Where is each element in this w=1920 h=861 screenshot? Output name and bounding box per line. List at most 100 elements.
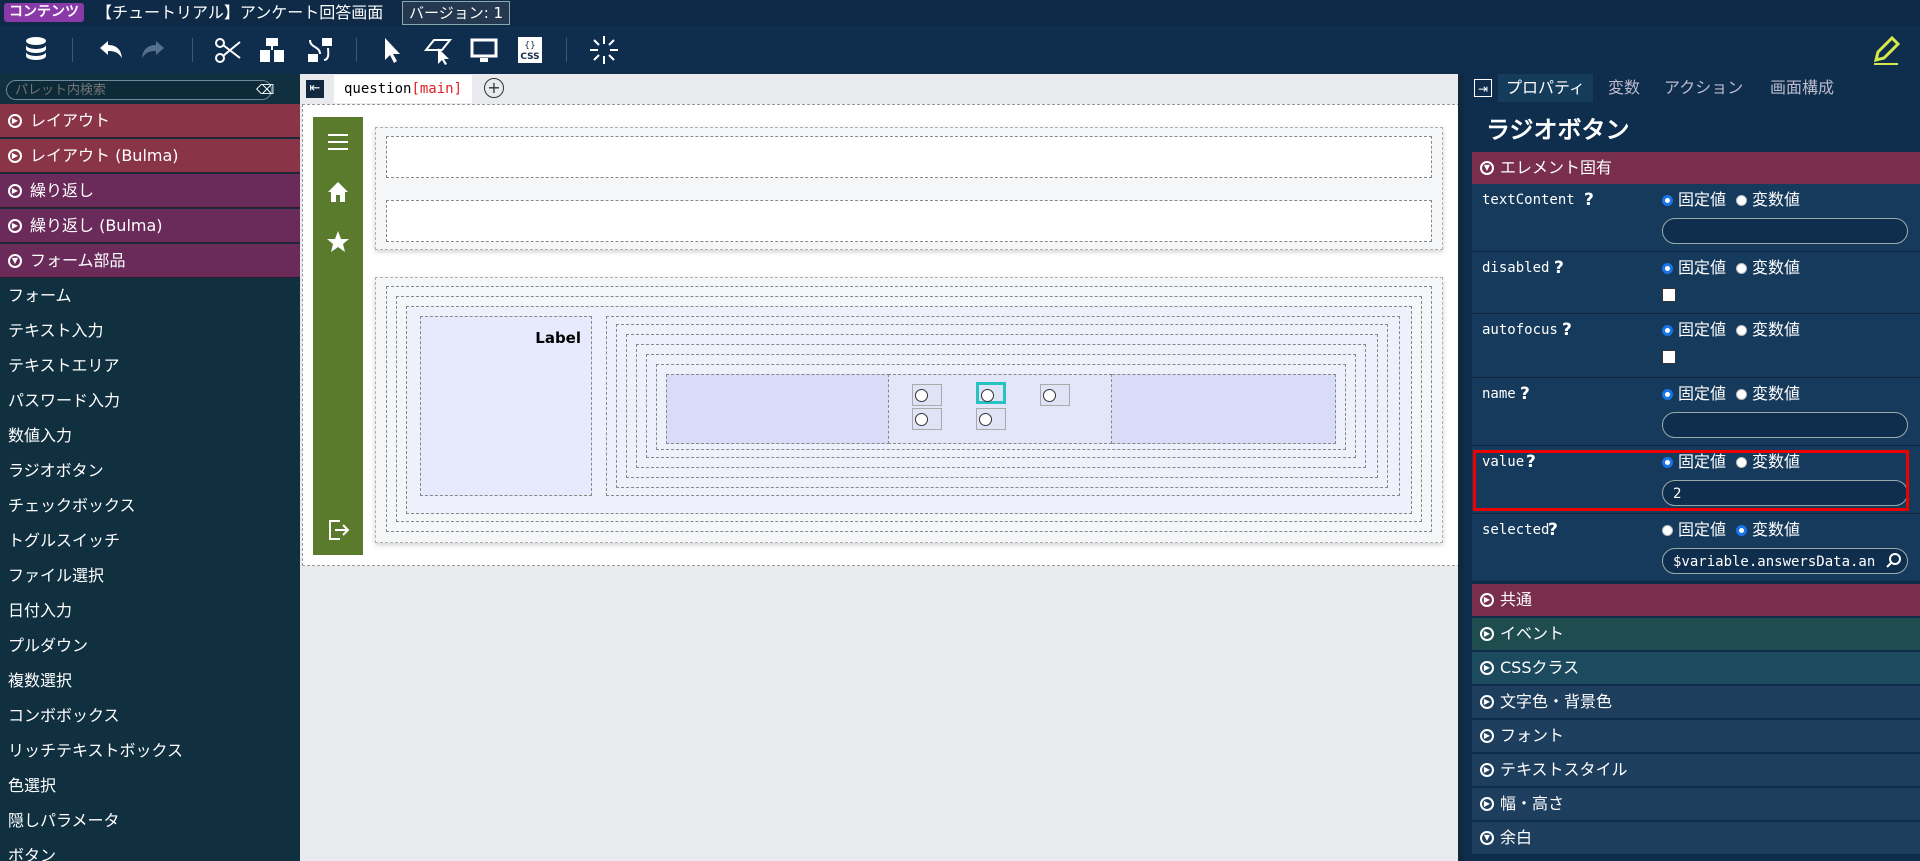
loading-spinner-icon[interactable]	[588, 34, 620, 66]
prop-name: textContent	[1482, 192, 1575, 208]
section-font[interactable]: ▶ フォント	[1472, 720, 1920, 752]
textcontent-input[interactable]	[1662, 218, 1908, 244]
value-input[interactable]: 2	[1662, 480, 1908, 506]
search-icon[interactable]	[1885, 552, 1903, 570]
text-input-placeholder[interactable]	[386, 136, 1432, 178]
palette-item-pulldown[interactable]: プルダウン	[8, 634, 88, 658]
palette-item-radio[interactable]: ラジオボタン	[8, 459, 104, 483]
palette-item-button[interactable]: ボタン	[8, 844, 56, 861]
help-icon[interactable]: ?	[1520, 384, 1530, 404]
palette-item-hidden-param[interactable]: 隠しパラメータ	[8, 809, 120, 833]
radio-fixed[interactable]	[1662, 263, 1673, 274]
section-element-specific[interactable]: ▼ エレメント固有	[1472, 152, 1920, 184]
palette-item-combobox[interactable]: コンボボックス	[8, 704, 120, 728]
edit-pencil-icon[interactable]	[1868, 32, 1904, 68]
palette-item-date[interactable]: 日付入力	[8, 599, 72, 623]
radio-variable[interactable]	[1736, 325, 1748, 336]
radio-option[interactable]	[912, 384, 942, 406]
name-input[interactable]	[1662, 412, 1908, 438]
section-event[interactable]: ▶ イベント	[1472, 618, 1920, 650]
radio-circle[interactable]	[981, 389, 994, 402]
section-size[interactable]: ▶ 幅・高さ	[1472, 788, 1920, 820]
design-canvas[interactable]: Label	[302, 104, 1460, 566]
selected-variable-input[interactable]: $variable.answersData.an	[1662, 548, 1908, 574]
help-icon[interactable]: ?	[1526, 452, 1536, 472]
database-icon[interactable]	[20, 34, 52, 66]
menu-icon[interactable]	[325, 129, 351, 155]
radio-variable[interactable]	[1736, 457, 1748, 468]
palette-item-number[interactable]: 数値入力	[8, 424, 72, 448]
tab-properties[interactable]: プロパティ	[1498, 74, 1594, 102]
tab-question[interactable]: question[main]	[334, 75, 473, 103]
eraser-icon[interactable]: ⌫	[256, 83, 274, 99]
logout-icon[interactable]	[325, 517, 351, 543]
home-icon[interactable]	[325, 179, 351, 205]
help-icon[interactable]: ?	[1554, 258, 1564, 278]
add-tab-icon[interactable]: +	[484, 78, 504, 98]
section-common[interactable]: ▶ 共通	[1472, 584, 1920, 616]
radio-circle[interactable]	[979, 413, 992, 426]
palette-item-textarea[interactable]: テキストエリア	[8, 354, 120, 378]
palette-category-repeat[interactable]: ▶ 繰り返し	[0, 174, 300, 208]
undo-icon[interactable]	[94, 34, 126, 66]
section-margin[interactable]: ▼ 余白	[1472, 822, 1920, 854]
autofocus-checkbox[interactable]	[1662, 350, 1676, 364]
radio-fixed[interactable]	[1662, 457, 1673, 468]
tab-variables[interactable]: 変数	[1600, 74, 1648, 102]
section-colors[interactable]: ▶ 文字色・背景色	[1472, 686, 1920, 718]
help-icon[interactable]: ?	[1548, 520, 1558, 540]
prop-row-value: value ? 固定値 変数値 2	[1472, 446, 1920, 514]
star-icon[interactable]	[325, 229, 351, 255]
radio-option-selected[interactable]	[976, 382, 1006, 404]
radio-fixed[interactable]	[1662, 195, 1673, 206]
redo-icon[interactable]	[138, 34, 170, 66]
radio-circle[interactable]	[1043, 389, 1056, 402]
radio-variable[interactable]	[1736, 263, 1748, 274]
header-card	[375, 127, 1443, 250]
collapse-palette-icon[interactable]: ⇤	[306, 80, 324, 98]
palette-item-file[interactable]: ファイル選択	[8, 564, 104, 588]
radio-fixed[interactable]	[1662, 325, 1673, 336]
scissors-icon[interactable]	[212, 34, 244, 66]
text-input-placeholder[interactable]	[386, 200, 1432, 242]
palette-item-multiselect[interactable]: 複数選択	[8, 669, 72, 693]
label-column[interactable]: Label	[420, 316, 592, 496]
radio-circle[interactable]	[915, 389, 928, 402]
monitor-icon[interactable]	[468, 34, 500, 66]
radio-option[interactable]	[976, 408, 1006, 430]
tab-screen-structure[interactable]: 画面構成	[1762, 74, 1842, 102]
select-element-icon[interactable]	[422, 34, 454, 66]
palette-item-form[interactable]: フォーム	[8, 284, 72, 308]
radio-fixed[interactable]	[1662, 389, 1673, 400]
radio-variable[interactable]	[1736, 195, 1748, 206]
palette-item-password[interactable]: パスワード入力	[8, 389, 120, 413]
palette-category-form-parts[interactable]: ▼ フォーム部品	[0, 244, 300, 278]
tab-actions[interactable]: アクション	[1656, 74, 1751, 102]
component-icon[interactable]	[256, 34, 288, 66]
swap-icon[interactable]	[304, 34, 336, 66]
help-icon[interactable]: ?	[1562, 320, 1572, 340]
collapse-properties-icon[interactable]: ⇥	[1474, 79, 1492, 97]
version-label[interactable]: バージョン: 1	[402, 1, 511, 25]
help-icon[interactable]: ?	[1584, 190, 1594, 210]
pointer-icon[interactable]	[376, 34, 408, 66]
palette-item-checkbox[interactable]: チェックボックス	[8, 494, 136, 518]
palette-category-layout[interactable]: ▶ レイアウト	[0, 104, 300, 138]
section-text-style[interactable]: ▶ テキストスタイル	[1472, 754, 1920, 786]
palette-category-layout-bulma[interactable]: ▶ レイアウト (Bulma)	[0, 139, 300, 173]
disabled-checkbox[interactable]	[1662, 288, 1676, 302]
palette-search-input[interactable]	[6, 80, 272, 100]
palette-item-color[interactable]: 色選択	[8, 774, 56, 798]
palette-item-text-input[interactable]: テキスト入力	[8, 319, 104, 343]
radio-circle[interactable]	[915, 413, 928, 426]
radio-option[interactable]	[912, 408, 942, 430]
palette-category-repeat-bulma[interactable]: ▶ 繰り返し (Bulma)	[0, 209, 300, 243]
palette-item-toggle[interactable]: トグルスイッチ	[8, 529, 120, 553]
radio-fixed[interactable]	[1662, 525, 1673, 536]
radio-option[interactable]	[1040, 384, 1070, 406]
palette-item-richtext[interactable]: リッチテキストボックス	[8, 739, 183, 763]
radio-variable[interactable]	[1736, 389, 1748, 400]
css-icon[interactable]: CSS{}	[514, 34, 546, 66]
section-css-class[interactable]: ▶ CSSクラス	[1472, 652, 1920, 684]
radio-variable[interactable]	[1736, 525, 1748, 536]
